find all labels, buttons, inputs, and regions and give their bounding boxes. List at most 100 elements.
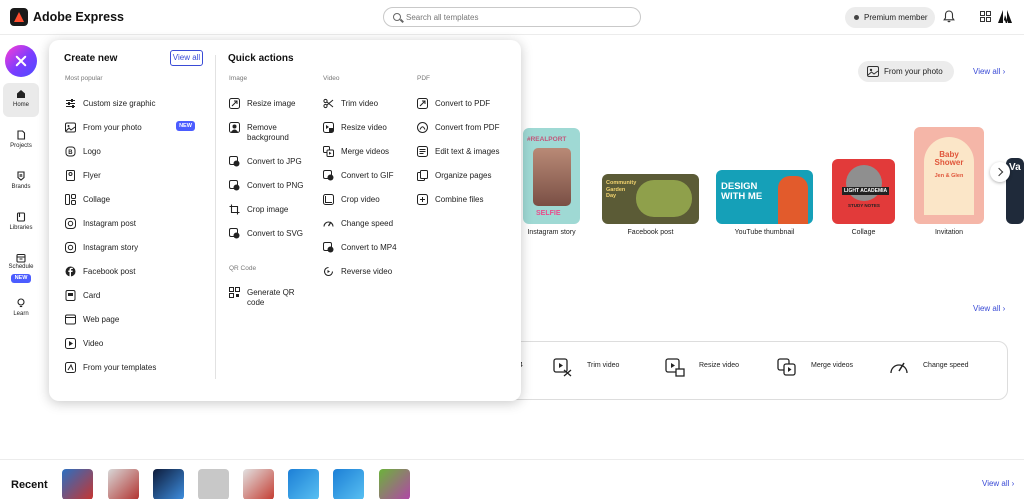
trim-video-icon xyxy=(553,358,572,377)
create-web-page[interactable]: Web page xyxy=(65,313,205,331)
recent-thumb[interactable] xyxy=(108,469,139,499)
menu-item-label: Trim video xyxy=(341,99,379,108)
menu-divider xyxy=(215,55,216,379)
recent-thumb[interactable] xyxy=(153,469,184,499)
app-title[interactable]: Adobe Express xyxy=(33,10,124,24)
qa-crop-image[interactable]: Crop image xyxy=(229,203,314,221)
create-flyer[interactable]: Flyer xyxy=(65,169,205,187)
quick-action-resize-video[interactable]: Resize video xyxy=(699,362,739,369)
qa-organize-pages[interactable]: Organize pages xyxy=(417,169,512,187)
create-instagram-post[interactable]: Instagram post xyxy=(65,217,205,235)
rail-item-learn[interactable]: Learn xyxy=(3,292,39,326)
qa-resize-image[interactable]: Resize image xyxy=(229,97,314,115)
view-all-label: View all xyxy=(973,67,1001,76)
template-thumb-facebook-post[interactable]: Community Garden Day xyxy=(602,174,699,224)
rail-item-libraries[interactable]: Libraries xyxy=(3,206,39,240)
recent-thumb[interactable] xyxy=(198,469,229,499)
statue-image xyxy=(846,165,882,201)
qa-resize-video[interactable]: Resize video xyxy=(323,121,408,139)
qa-trim-video[interactable]: Trim video xyxy=(323,97,408,115)
create-card[interactable]: Card xyxy=(65,289,205,307)
qa-convert-svg[interactable]: Convert to SVG xyxy=(229,227,314,245)
template-label: Invitation xyxy=(934,229,964,236)
thumb-text: Va xyxy=(1009,162,1021,173)
menu-item-label: Card xyxy=(83,291,101,300)
rail-item-projects[interactable]: Projects xyxy=(3,124,39,158)
premium-member-button[interactable]: Premium member xyxy=(845,7,935,28)
view-all-quick-actions-link[interactable]: View all › xyxy=(973,304,1005,313)
resize-video-icon xyxy=(665,358,685,377)
qa-convert-to-pdf[interactable]: Convert to PDF xyxy=(417,97,507,115)
template-thumb-youtube[interactable]: DESIGN WITH ME xyxy=(716,170,813,224)
rail-item-brands[interactable]: B Brands xyxy=(3,165,39,199)
qa-convert-png[interactable]: Convert to PNG xyxy=(229,179,314,197)
create-from-templates[interactable]: From your templates xyxy=(65,361,205,379)
menu-item-label: From your photo xyxy=(83,123,142,132)
create-instagram-story[interactable]: Instagram story xyxy=(65,241,205,259)
qa-merge-videos[interactable]: Merge videos xyxy=(323,145,408,163)
close-create-button[interactable] xyxy=(5,45,37,77)
rail-item-home[interactable]: Home xyxy=(3,83,39,117)
qa-convert-mp4[interactable]: Convert to MP4 xyxy=(323,241,408,259)
recent-thumb[interactable] xyxy=(333,469,364,499)
qa-generate-qr[interactable]: Generate QR code xyxy=(229,286,314,312)
create-video[interactable]: Video xyxy=(65,337,205,355)
template-thumb-instagram-story[interactable]: #REALPORT SELFIE xyxy=(523,128,580,224)
apps-grid-icon[interactable] xyxy=(980,11,991,22)
view-all-templates-link[interactable]: View all › xyxy=(973,67,1005,76)
recent-thumb[interactable] xyxy=(288,469,319,499)
menu-item-label: Convert to JPG xyxy=(247,157,302,166)
convert-image-icon xyxy=(229,228,240,239)
create-new-title: Create new xyxy=(64,53,118,64)
qa-convert-from-pdf[interactable]: Convert from PDF xyxy=(417,121,512,139)
card-icon xyxy=(65,290,76,301)
create-new-view-all-button[interactable]: View all xyxy=(170,50,203,66)
rail-label: Learn xyxy=(13,311,29,317)
quick-actions-strip: 4 Trim video Resize video Merge videos C… xyxy=(500,341,1008,400)
adobe-account-icon[interactable] xyxy=(998,10,1012,23)
recent-thumb[interactable] xyxy=(243,469,274,499)
recent-view-all-link[interactable]: View all › xyxy=(982,479,1014,488)
create-custom-size[interactable]: Custom size graphic xyxy=(65,97,205,115)
create-from-photo[interactable]: From your photo xyxy=(65,121,170,139)
qa-convert-gif[interactable]: Convert to GIF xyxy=(323,169,408,187)
qa-combine-files[interactable]: Combine files xyxy=(417,193,512,211)
create-facebook-post[interactable]: Facebook post xyxy=(65,265,205,283)
create-collage[interactable]: Collage xyxy=(65,193,205,211)
logo-icon: B xyxy=(65,146,76,157)
instagram-icon xyxy=(65,218,76,229)
create-logo[interactable]: B Logo xyxy=(65,145,205,163)
search-input[interactable] xyxy=(406,11,631,23)
quick-action-trim-video[interactable]: Trim video xyxy=(587,362,619,369)
qa-edit-text-images[interactable]: Edit text & images xyxy=(417,145,512,163)
from-your-photo-button[interactable]: From your photo xyxy=(858,61,954,82)
search-icon xyxy=(393,13,401,21)
carousel-next-button[interactable] xyxy=(990,162,1010,182)
recent-thumb[interactable] xyxy=(62,469,93,499)
menu-item-label: Crop video xyxy=(341,195,380,204)
thumb-text: Baby Shower xyxy=(934,150,964,167)
premium-label: Premium member xyxy=(864,13,928,22)
combine-files-icon xyxy=(417,194,428,205)
top-bar: Adobe Express Premium member xyxy=(0,0,1024,35)
template-thumb-invitation[interactable]: Baby Shower Jen & Glen xyxy=(914,127,984,224)
quick-action-merge-videos[interactable]: Merge videos xyxy=(811,362,853,369)
qa-convert-jpg[interactable]: Convert to JPG xyxy=(229,155,314,173)
bell-icon[interactable] xyxy=(943,10,955,23)
adobe-express-logo-icon[interactable] xyxy=(10,8,28,26)
qa-change-speed[interactable]: Change speed xyxy=(323,217,408,235)
qa-remove-background[interactable]: Remove background xyxy=(229,121,314,147)
recent-thumb[interactable] xyxy=(379,469,410,499)
menu-item-label: Combine files xyxy=(435,195,484,204)
template-thumb-collage[interactable]: LIGHT ACADEMIA STUDY NOTES xyxy=(832,159,895,224)
photo-icon xyxy=(65,122,76,133)
menu-item-label: Reverse video xyxy=(341,267,393,276)
speedometer-icon xyxy=(323,221,334,227)
menu-item-label: Merge videos xyxy=(341,147,390,156)
resize-video-icon xyxy=(323,122,334,133)
search-bar[interactable] xyxy=(383,7,641,27)
qa-crop-video[interactable]: Crop video xyxy=(323,193,408,211)
menu-item-label: Generate QR code xyxy=(247,288,295,307)
quick-action-change-speed[interactable]: Change speed xyxy=(923,362,969,369)
qa-reverse-video[interactable]: Reverse video xyxy=(323,265,408,283)
